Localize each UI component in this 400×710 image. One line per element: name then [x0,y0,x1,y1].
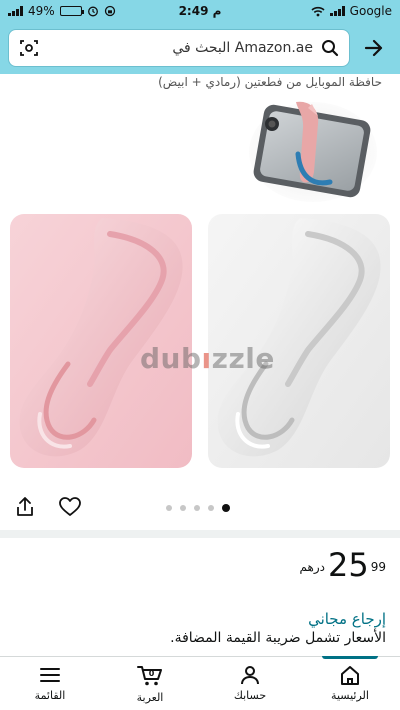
arrow-right-icon [364,39,383,57]
search-input[interactable]: البحث في Amazon.ae [47,40,313,56]
cellular-signal-icon [8,6,23,16]
section-divider [0,530,400,538]
status-bar: 49% 2:49 م Google [0,0,400,22]
home-icon [341,666,359,685]
battery-percentage: 49% [28,4,55,18]
status-left: 49% [8,4,311,18]
nav-home-label: الرئيسية [331,689,369,702]
price: درهم 25 99 [299,546,386,584]
free-returns-link[interactable]: إرجاع مجاني [308,610,386,628]
price-currency: درهم [299,560,325,574]
carrier-signal-icon [329,6,345,16]
wifi-icon [311,6,325,16]
search-bar[interactable]: البحث في Amazon.ae [8,29,350,67]
price-whole: 25 [328,546,369,584]
carousel-dot[interactable] [194,505,200,511]
carousel-dots[interactable] [166,504,230,512]
nav-account[interactable]: حسابك [200,657,300,710]
app-header: البحث في Amazon.ae [0,22,400,74]
nav-menu-label: القائمة [34,689,66,702]
white-case-image[interactable] [208,214,390,468]
watermark-logo: dubızzle [140,342,275,375]
share-icon[interactable] [14,496,36,518]
nav-cart-label: العربة [136,691,164,704]
carousel-dot[interactable] [208,505,214,511]
product-detail: حافظة الموبايل من فطعتين (رمادي + ابيض) [0,74,400,656]
alarm-icon [87,6,98,17]
rotation-lock-icon [104,5,115,17]
cart-count-badge: 0 [149,669,155,678]
carrier-name: Google [349,4,392,18]
battery-icon [59,6,84,16]
nav-home[interactable]: الرئيسية [300,656,400,710]
menu-icon [40,668,60,682]
price-fraction: 99 [370,560,386,574]
product-actions [14,496,82,518]
cart-icon: 0 [137,666,162,686]
product-title: حافظة الموبايل من فطعتين (رمادي + ابيض) [158,75,382,89]
nav-cart[interactable]: 0 العربة [100,657,200,710]
search-icon[interactable] [321,39,339,57]
bottom-nav: القائمة 0 العربة حسابك الرئيسية [0,656,400,710]
pink-case-image[interactable] [10,214,192,468]
carousel-dot[interactable] [222,504,230,512]
product-thumbnail-image[interactable] [248,94,378,204]
heart-wishlist-icon[interactable] [58,496,82,518]
forward-arrow-button[interactable] [356,29,392,67]
camera-scan-icon[interactable] [19,38,39,58]
nav-menu[interactable]: القائمة [0,657,100,710]
status-right: Google [311,4,392,18]
nav-account-label: حسابك [233,689,267,702]
carousel-dot[interactable] [166,505,172,511]
person-icon [241,666,259,685]
carousel-dot[interactable] [180,505,186,511]
vat-note: .الأسعار تشمل ضريبة القيمة المضافة [170,630,386,646]
